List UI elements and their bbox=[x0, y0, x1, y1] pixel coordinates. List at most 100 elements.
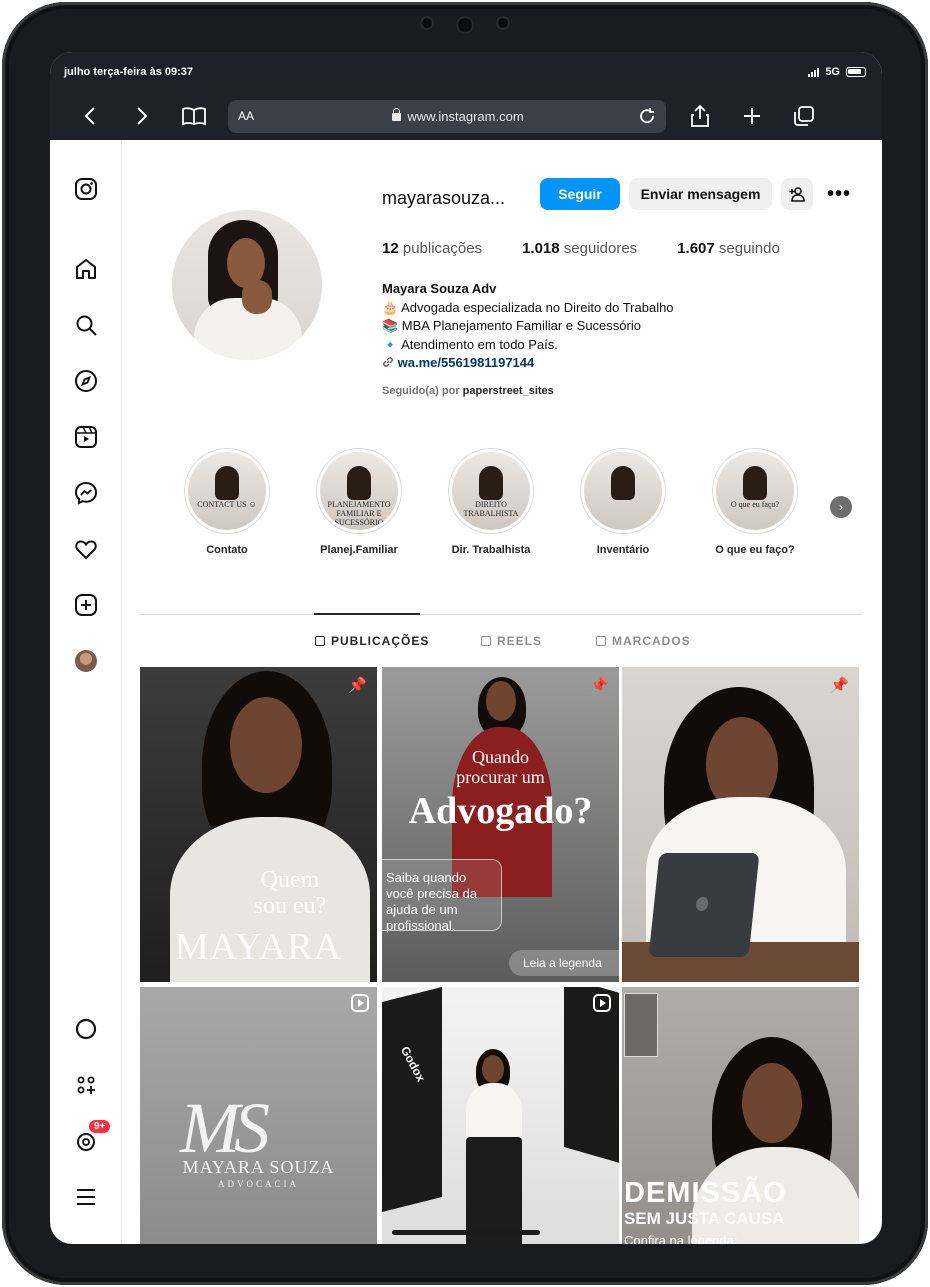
highlights-next-button[interactable]: › bbox=[830, 496, 852, 518]
profile-picture-hand bbox=[242, 280, 272, 314]
highlight-figure bbox=[479, 466, 503, 500]
bio-link-row[interactable]: wa.me/5561981197144 bbox=[382, 354, 674, 373]
highlight-item[interactable]: PLANEJAMENTO FAMILIAR E SUCESSÓRIO Plane… bbox=[314, 448, 404, 556]
post-tile[interactable]: Godox bbox=[382, 987, 619, 1244]
send-message-button[interactable]: Enviar mensagem bbox=[629, 178, 772, 210]
lock-icon bbox=[392, 107, 402, 121]
highlight-item[interactable]: CONTACT US ☺ Contato bbox=[182, 448, 272, 556]
highlight-ring: PLANEJAMENTO FAMILIAR E SUCESSÓRIO bbox=[316, 448, 402, 534]
tabs-button[interactable] bbox=[778, 96, 830, 136]
share-icon bbox=[691, 104, 709, 127]
home-indicator[interactable] bbox=[392, 1230, 540, 1235]
post-tile[interactable]: Quando procurar um Advogado? Saiba quando… bbox=[382, 667, 619, 982]
post-name: MAYARA bbox=[174, 926, 343, 968]
highlight-thumb-text: O que eu faço? bbox=[730, 500, 780, 509]
highlight-ring: O que eu faço? bbox=[712, 448, 798, 534]
tab-tagged[interactable]: MARCADOS bbox=[596, 634, 691, 648]
post-figure-face bbox=[742, 1063, 802, 1143]
grid-icon bbox=[315, 636, 325, 646]
posts-count: 12 bbox=[382, 240, 399, 257]
suggest-accounts-button[interactable] bbox=[781, 178, 813, 210]
highlight-item[interactable]: DIREITO TRABALHISTA Dir. Trabalhista bbox=[446, 448, 536, 556]
highlight-label: Inventário bbox=[596, 544, 650, 556]
chevron-left-icon bbox=[84, 107, 95, 125]
bio-link[interactable]: wa.me/5561981197144 bbox=[398, 355, 535, 370]
post-heading: Advogado? bbox=[408, 790, 593, 832]
bio-line: 📚 MBA Planejamento Familiar e Sucessório bbox=[382, 318, 641, 333]
highlight-label: Planej.Familiar bbox=[320, 544, 398, 556]
tab-posts[interactable]: PUBLICAÇÕES bbox=[315, 634, 429, 648]
post-title: Quem sou eu? bbox=[210, 867, 370, 919]
profile-picture[interactable] bbox=[172, 210, 322, 360]
more-options-button[interactable]: ••• bbox=[824, 178, 854, 210]
highlight-label: Contato bbox=[206, 544, 248, 556]
highlight-ring: CONTACT US ☺ bbox=[184, 448, 270, 534]
tablet-prop bbox=[648, 853, 760, 957]
create-plus-icon[interactable] bbox=[73, 592, 99, 618]
reels-icon bbox=[481, 636, 491, 646]
explore-compass-icon[interactable] bbox=[73, 368, 99, 394]
read-caption-label: Leia a legenda bbox=[509, 950, 619, 976]
reader-aa-button[interactable]: AA bbox=[238, 109, 278, 123]
post-small-text: Confira na legenda: bbox=[624, 1233, 738, 1244]
post-title-line: sou eu? bbox=[253, 893, 327, 919]
followers-stat[interactable]: 1.018 seguidores bbox=[522, 240, 637, 257]
reload-icon[interactable] bbox=[638, 107, 656, 125]
following-count: 1.607 bbox=[677, 240, 715, 257]
highlight-item[interactable]: Inventário bbox=[578, 448, 668, 556]
share-button[interactable] bbox=[674, 96, 726, 136]
tab-reels[interactable]: REELS bbox=[481, 634, 542, 648]
highlight-thumb-text: CONTACT US ☺ bbox=[197, 500, 257, 509]
search-icon[interactable] bbox=[73, 312, 99, 338]
highlight-thumb-text: DIREITO TRABALHISTA bbox=[463, 500, 519, 518]
highlight-ring: DIREITO TRABALHISTA bbox=[448, 448, 534, 534]
bio-line: 🔹 Atendimento em todo País. bbox=[382, 336, 558, 352]
highlight-thumbnail bbox=[584, 452, 662, 530]
post-tile[interactable]: Quem sou eu? MAYARA 📌 bbox=[140, 667, 377, 982]
menu-hamburger-icon[interactable] bbox=[73, 1184, 99, 1210]
threads-icon[interactable] bbox=[73, 1016, 99, 1042]
profile-avatar-icon[interactable] bbox=[73, 648, 99, 674]
pin-icon: 📌 bbox=[590, 677, 609, 694]
profile-bio: Mayara Souza Adv 🎂 Advogada especializad… bbox=[382, 280, 674, 373]
post-title-line: Quando bbox=[472, 747, 529, 767]
forward-button[interactable] bbox=[116, 96, 168, 136]
home-icon[interactable] bbox=[73, 256, 99, 282]
address-bar[interactable]: AA www.instagram.com bbox=[228, 99, 666, 133]
chevron-right-icon bbox=[137, 107, 148, 125]
post-tile[interactable]: DEMISSÃO SEM JUSTA CAUSA Confira na lege… bbox=[622, 987, 859, 1244]
reel-icon bbox=[593, 994, 611, 1012]
add-person-icon bbox=[789, 187, 805, 202]
follow-button[interactable]: Seguir bbox=[540, 178, 620, 210]
post-figure-pants bbox=[466, 1137, 522, 1244]
bookmarks-button[interactable] bbox=[168, 96, 220, 136]
post-figure-face bbox=[482, 1055, 504, 1083]
sensor-icon bbox=[420, 16, 434, 30]
back-button[interactable] bbox=[64, 96, 116, 136]
url-field[interactable]: www.instagram.com bbox=[278, 107, 638, 124]
book-icon bbox=[182, 107, 206, 126]
also-from-meta-icon[interactable] bbox=[73, 1072, 99, 1098]
url-text: www.instagram.com bbox=[407, 108, 524, 124]
browser-navbar: AA www.instagram.com bbox=[50, 92, 882, 140]
highlight-label: O que eu faço? bbox=[715, 544, 795, 556]
heart-icon[interactable] bbox=[73, 536, 99, 562]
messenger-icon[interactable] bbox=[73, 480, 99, 506]
activity-icon[interactable]: 9+ bbox=[73, 1118, 113, 1154]
active-tab-indicator bbox=[314, 613, 420, 615]
post-tile[interactable]: MS MAYARA SOUZA ADVOCACIA bbox=[140, 987, 377, 1244]
highlight-thumbnail: PLANEJAMENTO FAMILIAR E SUCESSÓRIO bbox=[320, 452, 398, 530]
highlight-figure bbox=[347, 466, 371, 500]
new-tab-button[interactable] bbox=[726, 96, 778, 136]
followed-by-prefix: Seguido(a) por bbox=[382, 385, 460, 397]
instagram-logo-icon[interactable] bbox=[73, 176, 99, 202]
followed-by[interactable]: Seguido(a) por paperstreet_sites bbox=[382, 385, 554, 397]
tab-posts-label: PUBLICAÇÕES bbox=[331, 634, 430, 648]
highlight-item[interactable]: O que eu faço? O que eu faço? bbox=[710, 448, 800, 556]
plus-icon bbox=[744, 108, 760, 124]
following-stat[interactable]: 1.607 seguindo bbox=[677, 240, 780, 257]
post-figure-face bbox=[230, 697, 302, 793]
status-bar: julho terça-feira às 09:37 5G bbox=[50, 52, 882, 92]
post-tile[interactable]: 📌 bbox=[622, 667, 859, 982]
reels-icon[interactable] bbox=[73, 424, 99, 450]
